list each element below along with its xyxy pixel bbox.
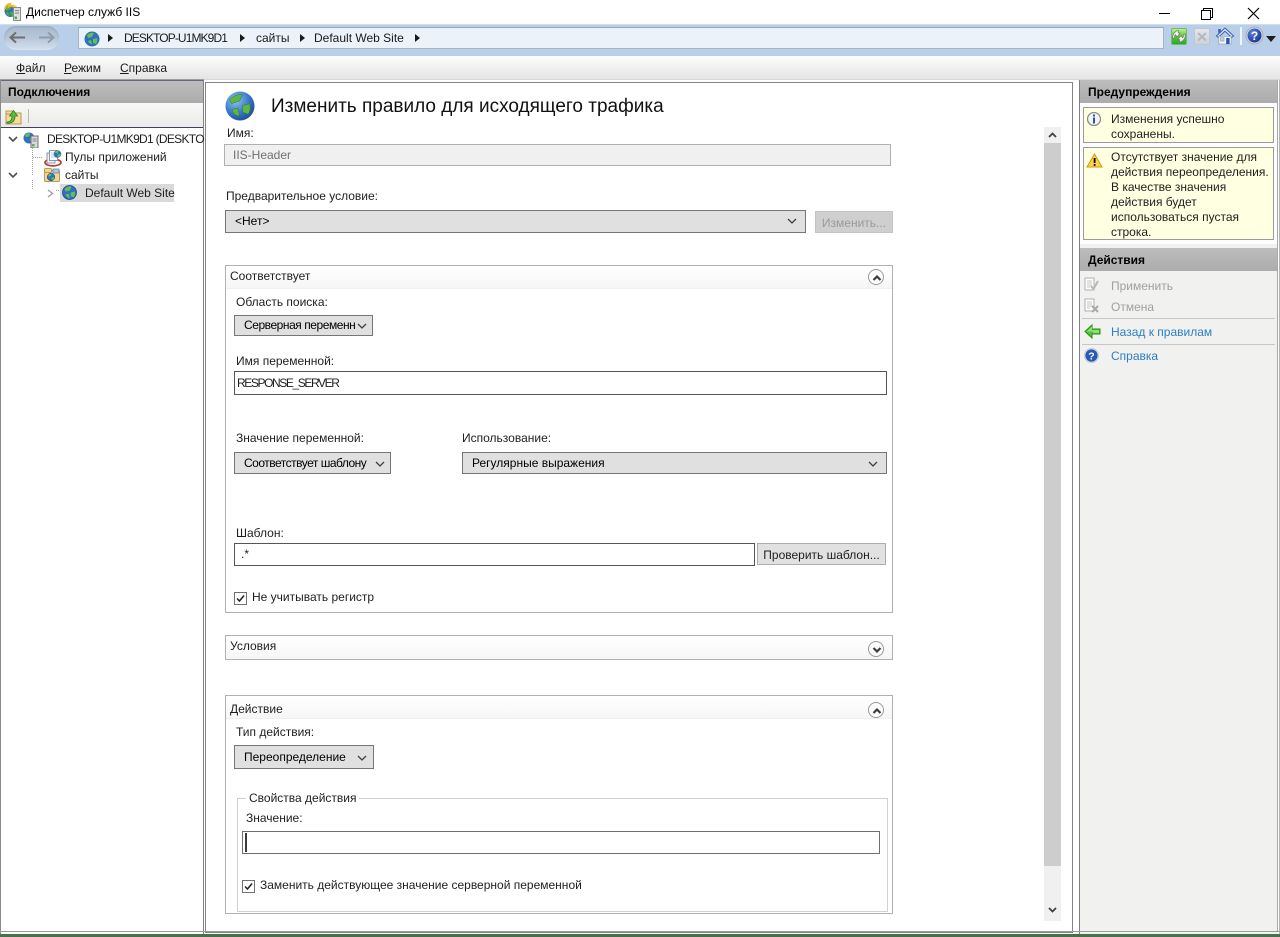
svg-text:?: ? (1088, 351, 1094, 363)
svg-text:?: ? (1251, 29, 1258, 43)
